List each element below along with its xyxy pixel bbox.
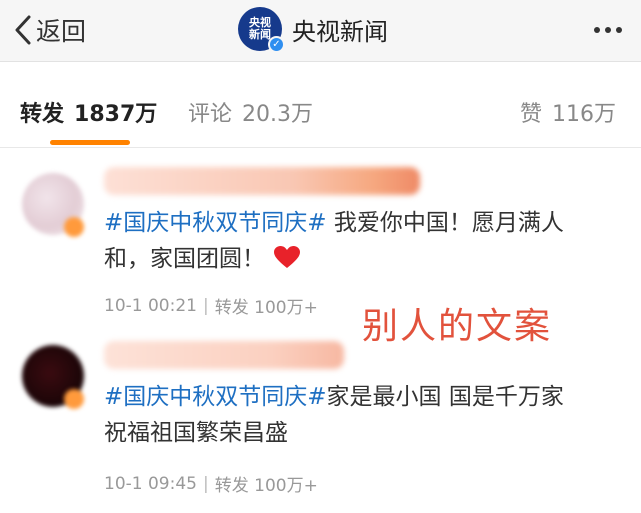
active-tab-indicator bbox=[50, 140, 130, 145]
divider: | bbox=[202, 473, 209, 494]
tab-count: 1837万 bbox=[74, 102, 158, 127]
topic-link[interactable]: #国庆中秋双节同庆# bbox=[104, 384, 327, 410]
user-badge-icon bbox=[64, 389, 84, 409]
back-button[interactable]: 返回 bbox=[12, 10, 86, 50]
text-line: 家是最小国 国是千万家 bbox=[326, 384, 564, 410]
timestamp: 10-1 09:45 bbox=[104, 473, 197, 494]
divider: | bbox=[202, 295, 209, 316]
chevron-left-icon bbox=[15, 15, 31, 45]
annotation-caption: 别人的文案 bbox=[362, 306, 553, 347]
tab-label: 转发 bbox=[20, 102, 65, 127]
verified-icon: ✓ bbox=[268, 36, 285, 53]
repost-text: #国庆中秋双节同庆#家是最小国 国是千万家 祝福祖国繁荣昌盛 bbox=[104, 379, 624, 451]
account-header[interactable]: 央视 新闻 ✓ 央视新闻 bbox=[238, 7, 388, 53]
repost-meta: 10-1 09:45 | 转发 100万+ bbox=[104, 471, 318, 497]
repost-list: #国庆中秋双节同庆# 我爱你中国！愿月满人 和，家国团圆！ 10-1 00:21… bbox=[0, 149, 641, 513]
tab-reposts[interactable]: 转发 1837万 bbox=[20, 96, 158, 127]
repost-text: #国庆中秋双节同庆# 我爱你中国！愿月满人 和，家国团圆！ bbox=[104, 205, 624, 277]
repost-count: 100万+ bbox=[254, 476, 318, 496]
repost-label: 转发 bbox=[214, 298, 249, 318]
account-name: 央视新闻 bbox=[292, 17, 388, 46]
text-line: 和，家国团圆！ bbox=[104, 246, 265, 272]
repost-count-link[interactable]: 转发 100万+ bbox=[215, 471, 318, 496]
more-dots-icon[interactable] bbox=[588, 14, 628, 46]
tab-label: 评论 bbox=[188, 102, 233, 127]
back-label: 返回 bbox=[36, 17, 87, 46]
tab-label: 赞 bbox=[520, 102, 543, 127]
repost-label: 转发 bbox=[214, 476, 249, 496]
tab-bar: 转发 1837万 评论 20.3万 赞 116万 bbox=[0, 62, 641, 148]
timestamp: 10-1 00:21 bbox=[104, 295, 197, 316]
username-redacted bbox=[104, 341, 344, 369]
tab-count: 20.3万 bbox=[242, 102, 314, 127]
text-line: 我爱你中国！愿月满人 bbox=[326, 210, 564, 236]
top-navbar: 返回 央视 新闻 ✓ 央视新闻 bbox=[0, 0, 641, 62]
heart-icon bbox=[274, 246, 300, 268]
username-redacted bbox=[104, 167, 420, 195]
tab-comments[interactable]: 评论 20.3万 bbox=[188, 96, 314, 127]
text-line: 祝福祖国繁荣昌盛 bbox=[104, 420, 288, 446]
repost-count: 100万+ bbox=[254, 298, 318, 318]
tab-count: 116万 bbox=[552, 102, 617, 127]
account-logo: 央视 新闻 ✓ bbox=[238, 7, 285, 53]
logo-text-bottom: 新闻 bbox=[249, 28, 271, 41]
repost-count-link[interactable]: 转发 100万+ bbox=[215, 293, 318, 318]
user-badge-icon bbox=[64, 217, 84, 237]
repost-meta: 10-1 00:21 | 转发 100万+ bbox=[104, 293, 318, 319]
tab-likes[interactable]: 赞 116万 bbox=[520, 96, 617, 127]
topic-link[interactable]: #国庆中秋双节同庆# bbox=[104, 210, 327, 236]
